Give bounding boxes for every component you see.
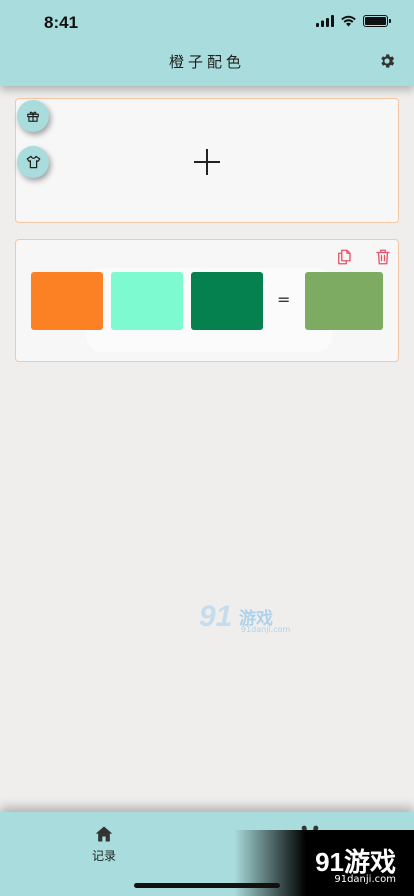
tab-records-label: 记录 (91, 849, 116, 863)
color-swatch-3[interactable] (191, 272, 263, 330)
watermark-logo: 91 游戏 91danji.com (199, 600, 295, 640)
add-palette-card[interactable] (15, 98, 399, 223)
wifi-icon (341, 15, 356, 27)
signal-icon (316, 15, 334, 27)
gift-button[interactable] (17, 100, 49, 132)
color-swatch-2[interactable] (111, 272, 183, 330)
status-icons (316, 15, 391, 27)
gift-icon (27, 111, 39, 122)
corner-watermark-url: 91danji.com (334, 874, 396, 885)
trash-icon[interactable] (374, 248, 392, 266)
palette-card: = (15, 239, 399, 362)
equals-sign: = (277, 290, 291, 309)
page-title: 橙子配色 (168, 53, 245, 71)
plus-icon[interactable] (194, 149, 220, 175)
battery-icon (363, 15, 391, 27)
watermark-url: 91danji.com (241, 625, 291, 634)
status-time: 8:41 (44, 13, 79, 32)
home-indicator[interactable] (134, 883, 280, 888)
gear-icon[interactable] (378, 52, 396, 70)
tab-records[interactable]: 记录 (74, 824, 134, 864)
result-swatch[interactable] (305, 272, 383, 330)
shirt-icon (26, 155, 40, 169)
theme-button[interactable] (17, 146, 49, 178)
watermark-number: 91 (199, 600, 233, 633)
home-icon (95, 826, 113, 842)
app-header: 8:41 橙子配色 (0, 0, 414, 86)
copy-icon[interactable] (335, 248, 353, 266)
color-swatch-1[interactable] (31, 272, 103, 330)
